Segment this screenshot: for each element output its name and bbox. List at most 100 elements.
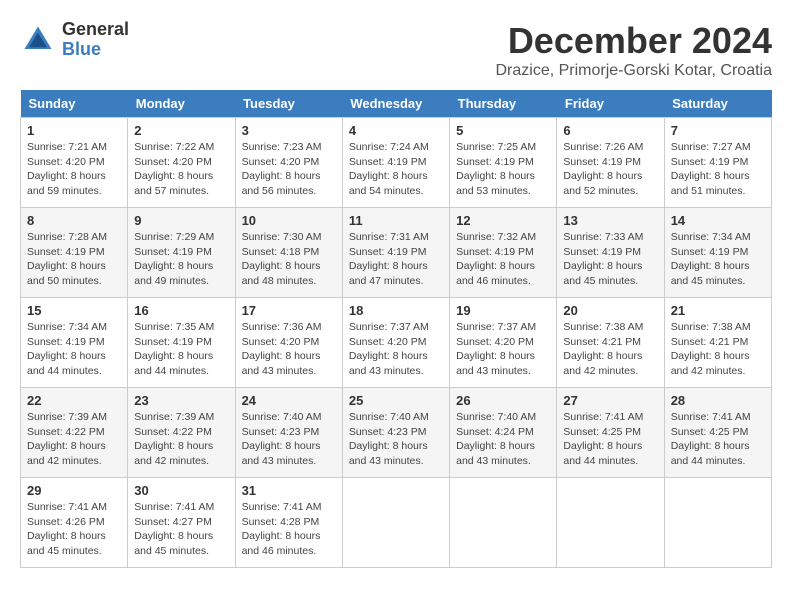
table-cell: 10 Sunrise: 7:30 AM Sunset: 4:18 PM Dayli… bbox=[235, 208, 342, 298]
table-cell: 15 Sunrise: 7:34 AM Sunset: 4:19 PM Dayli… bbox=[21, 298, 128, 388]
day-info: Sunrise: 7:41 AM Sunset: 4:27 PM Dayligh… bbox=[134, 500, 228, 559]
table-cell: 4 Sunrise: 7:24 AM Sunset: 4:19 PM Daylig… bbox=[342, 118, 449, 208]
day-number: 21 bbox=[671, 303, 765, 318]
day-number: 19 bbox=[456, 303, 550, 318]
table-cell: 7Sunrise: 7:27 AM Sunset: 4:19 PM Daylig… bbox=[664, 118, 771, 208]
day-number: 11 bbox=[349, 213, 443, 228]
table-cell: 2 Sunrise: 7:22 AM Sunset: 4:20 PM Daylig… bbox=[128, 118, 235, 208]
table-cell: 25Sunrise: 7:40 AM Sunset: 4:23 PM Dayli… bbox=[342, 388, 449, 478]
table-cell: 29Sunrise: 7:41 AM Sunset: 4:26 PM Dayli… bbox=[21, 478, 128, 568]
day-number: 18 bbox=[349, 303, 443, 318]
day-number: 15 bbox=[27, 303, 121, 318]
table-cell: 1 Sunrise: 7:21 AM Sunset: 4:20 PM Daylig… bbox=[21, 118, 128, 208]
day-info: Sunrise: 7:33 AM Sunset: 4:19 PM Dayligh… bbox=[563, 230, 657, 289]
table-cell: 16Sunrise: 7:35 AM Sunset: 4:19 PM Dayli… bbox=[128, 298, 235, 388]
table-cell: 26 Sunrise: 7:40 AM Sunset: 4:24 PM Dayli… bbox=[450, 388, 557, 478]
day-info: Sunrise: 7:37 AM Sunset: 4:20 PM Dayligh… bbox=[456, 320, 550, 379]
day-info: Sunrise: 7:41 AM Sunset: 4:28 PM Dayligh… bbox=[242, 500, 336, 559]
day-info: Sunrise: 7:34 AM Sunset: 4:19 PM Dayligh… bbox=[27, 320, 121, 379]
day-info: Sunrise: 7:22 AM Sunset: 4:20 PM Dayligh… bbox=[134, 140, 228, 199]
day-number: 29 bbox=[27, 483, 121, 498]
day-number: 26 bbox=[456, 393, 550, 408]
day-number: 7 bbox=[671, 123, 765, 138]
day-number: 3 bbox=[242, 123, 336, 138]
day-number: 1 bbox=[27, 123, 121, 138]
day-number: 8 bbox=[27, 213, 121, 228]
table-cell: 8 Sunrise: 7:28 AM Sunset: 4:19 PM Daylig… bbox=[21, 208, 128, 298]
day-info: Sunrise: 7:34 AM Sunset: 4:19 PM Dayligh… bbox=[671, 230, 765, 289]
day-number: 22 bbox=[27, 393, 121, 408]
week-row-1: 1 Sunrise: 7:21 AM Sunset: 4:20 PM Daylig… bbox=[21, 118, 772, 208]
table-cell: 19 Sunrise: 7:37 AM Sunset: 4:20 PM Dayli… bbox=[450, 298, 557, 388]
logo-text: General Blue bbox=[62, 20, 129, 60]
day-info: Sunrise: 7:38 AM Sunset: 4:21 PM Dayligh… bbox=[563, 320, 657, 379]
day-number: 24 bbox=[242, 393, 336, 408]
day-info: Sunrise: 7:31 AM Sunset: 4:19 PM Dayligh… bbox=[349, 230, 443, 289]
table-cell: 27Sunrise: 7:41 AM Sunset: 4:25 PM Dayli… bbox=[557, 388, 664, 478]
header-wednesday: Wednesday bbox=[342, 90, 449, 118]
day-info: Sunrise: 7:32 AM Sunset: 4:19 PM Dayligh… bbox=[456, 230, 550, 289]
header-thursday: Thursday bbox=[450, 90, 557, 118]
day-number: 6 bbox=[563, 123, 657, 138]
day-info: Sunrise: 7:41 AM Sunset: 4:25 PM Dayligh… bbox=[563, 410, 657, 469]
header-monday: Monday bbox=[128, 90, 235, 118]
table-cell: 5Sunrise: 7:25 AM Sunset: 4:19 PM Daylig… bbox=[450, 118, 557, 208]
table-cell: 14 Sunrise: 7:34 AM Sunset: 4:19 PM Dayli… bbox=[664, 208, 771, 298]
day-number: 31 bbox=[242, 483, 336, 498]
weekday-header-row: Sunday Monday Tuesday Wednesday Thursday… bbox=[21, 90, 772, 118]
day-number: 4 bbox=[349, 123, 443, 138]
day-number: 2 bbox=[134, 123, 228, 138]
table-cell bbox=[450, 478, 557, 568]
day-number: 25 bbox=[349, 393, 443, 408]
table-cell: 22 Sunrise: 7:39 AM Sunset: 4:22 PM Dayli… bbox=[21, 388, 128, 478]
day-number: 28 bbox=[671, 393, 765, 408]
table-cell: 23Sunrise: 7:39 AM Sunset: 4:22 PM Dayli… bbox=[128, 388, 235, 478]
table-cell: 24Sunrise: 7:40 AM Sunset: 4:23 PM Dayli… bbox=[235, 388, 342, 478]
day-info: Sunrise: 7:39 AM Sunset: 4:22 PM Dayligh… bbox=[134, 410, 228, 469]
day-info: Sunrise: 7:40 AM Sunset: 4:24 PM Dayligh… bbox=[456, 410, 550, 469]
week-row-4: 22 Sunrise: 7:39 AM Sunset: 4:22 PM Dayli… bbox=[21, 388, 772, 478]
table-cell: 11 Sunrise: 7:31 AM Sunset: 4:19 PM Dayli… bbox=[342, 208, 449, 298]
table-cell: 13 Sunrise: 7:33 AM Sunset: 4:19 PM Dayli… bbox=[557, 208, 664, 298]
week-row-2: 8 Sunrise: 7:28 AM Sunset: 4:19 PM Daylig… bbox=[21, 208, 772, 298]
calendar-table: Sunday Monday Tuesday Wednesday Thursday… bbox=[20, 90, 772, 568]
table-cell bbox=[557, 478, 664, 568]
header-tuesday: Tuesday bbox=[235, 90, 342, 118]
day-info: Sunrise: 7:35 AM Sunset: 4:19 PM Dayligh… bbox=[134, 320, 228, 379]
day-info: Sunrise: 7:39 AM Sunset: 4:22 PM Dayligh… bbox=[27, 410, 121, 469]
day-info: Sunrise: 7:41 AM Sunset: 4:25 PM Dayligh… bbox=[671, 410, 765, 469]
table-cell: 30 Sunrise: 7:41 AM Sunset: 4:27 PM Dayli… bbox=[128, 478, 235, 568]
table-cell: 21 Sunrise: 7:38 AM Sunset: 4:21 PM Dayli… bbox=[664, 298, 771, 388]
table-cell bbox=[342, 478, 449, 568]
day-number: 20 bbox=[563, 303, 657, 318]
week-row-3: 15 Sunrise: 7:34 AM Sunset: 4:19 PM Dayli… bbox=[21, 298, 772, 388]
day-info: Sunrise: 7:24 AM Sunset: 4:19 PM Dayligh… bbox=[349, 140, 443, 199]
header-sunday: Sunday bbox=[21, 90, 128, 118]
day-info: Sunrise: 7:36 AM Sunset: 4:20 PM Dayligh… bbox=[242, 320, 336, 379]
logo-icon bbox=[20, 22, 56, 58]
day-info: Sunrise: 7:28 AM Sunset: 4:19 PM Dayligh… bbox=[27, 230, 121, 289]
day-number: 12 bbox=[456, 213, 550, 228]
location-title: Drazice, Primorje-Gorski Kotar, Croatia bbox=[495, 62, 772, 80]
week-row-5: 29Sunrise: 7:41 AM Sunset: 4:26 PM Dayli… bbox=[21, 478, 772, 568]
day-number: 10 bbox=[242, 213, 336, 228]
day-number: 30 bbox=[134, 483, 228, 498]
month-title: December 2024 bbox=[495, 20, 772, 62]
day-number: 13 bbox=[563, 213, 657, 228]
table-cell: 12 Sunrise: 7:32 AM Sunset: 4:19 PM Dayli… bbox=[450, 208, 557, 298]
day-info: Sunrise: 7:37 AM Sunset: 4:20 PM Dayligh… bbox=[349, 320, 443, 379]
table-cell: 18 Sunrise: 7:37 AM Sunset: 4:20 PM Dayli… bbox=[342, 298, 449, 388]
table-cell: 28 Sunrise: 7:41 AM Sunset: 4:25 PM Dayli… bbox=[664, 388, 771, 478]
day-number: 9 bbox=[134, 213, 228, 228]
day-info: Sunrise: 7:30 AM Sunset: 4:18 PM Dayligh… bbox=[242, 230, 336, 289]
day-number: 14 bbox=[671, 213, 765, 228]
table-cell: 20 Sunrise: 7:38 AM Sunset: 4:21 PM Dayli… bbox=[557, 298, 664, 388]
day-info: Sunrise: 7:25 AM Sunset: 4:19 PM Dayligh… bbox=[456, 140, 550, 199]
day-info: Sunrise: 7:21 AM Sunset: 4:20 PM Dayligh… bbox=[27, 140, 121, 199]
day-info: Sunrise: 7:23 AM Sunset: 4:20 PM Dayligh… bbox=[242, 140, 336, 199]
day-number: 17 bbox=[242, 303, 336, 318]
table-cell bbox=[664, 478, 771, 568]
day-info: Sunrise: 7:38 AM Sunset: 4:21 PM Dayligh… bbox=[671, 320, 765, 379]
day-info: Sunrise: 7:26 AM Sunset: 4:19 PM Dayligh… bbox=[563, 140, 657, 199]
table-cell: 31 Sunrise: 7:41 AM Sunset: 4:28 PM Dayli… bbox=[235, 478, 342, 568]
